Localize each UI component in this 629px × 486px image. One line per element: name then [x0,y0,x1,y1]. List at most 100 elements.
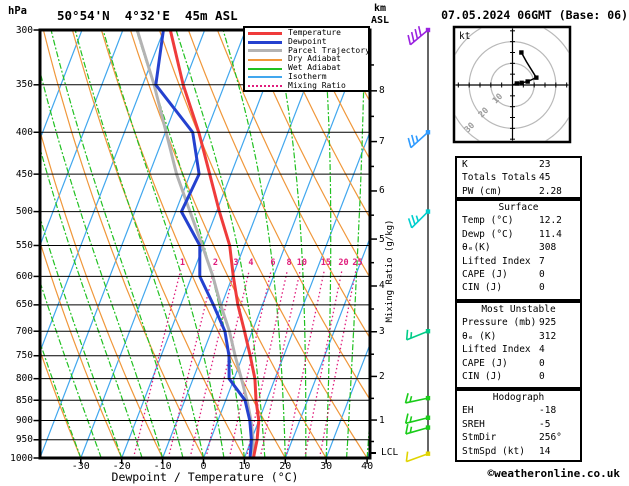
wind-barb-stem [405,416,429,425]
stat-value: 14 [539,445,551,457]
isotherm-line [284,236,370,458]
km-tick-label: 3 [379,326,385,338]
stat-row: StmDir 256° [457,431,580,444]
stat-row: CIN (J) 0 [457,370,580,383]
stat-value: 0 [539,357,545,369]
stat-value: 2.28 [539,185,562,197]
pressure-tick-label: 1000 [10,452,33,464]
stat-label: PW (cm) [462,185,503,197]
legend-line-swatch [248,40,282,44]
wind-barb-dot [425,395,431,401]
wet-adiabat-line [273,30,307,458]
stat-row: Totals Totals 45 [457,171,580,184]
altitude-unit-label-km: km [374,3,387,14]
km-tick-label: 6 [379,185,385,197]
stat-value: 0 [539,371,545,383]
pressure-tick-label: 400 [15,126,33,138]
wind-barb-full-tick [407,137,412,148]
wind-barb-icon [405,451,431,463]
wind-barb-stem [405,426,429,435]
pressure-tick-label: 950 [15,434,33,446]
temp-tick-label: 40 [361,461,374,472]
stat-label: Lifted Index [462,255,531,267]
stat-value: 12.2 [539,215,562,227]
altitude-unit-label-asl: ASL [371,15,390,26]
wind-barb-stem [405,397,429,404]
stat-row: Lifted Index 4 [457,343,580,356]
hodograph-unit-label: kt [459,31,471,42]
wind-barb-stem [406,452,429,463]
wind-barb-full-tick [404,413,409,424]
wind-barb-half-tick [410,332,413,339]
wind-barb-dot [425,130,431,135]
wind-barb-dot [425,415,431,420]
stat-label: StmDir [462,432,497,444]
pressure-tick-label: 500 [15,206,33,218]
wind-barb-half-tick [409,426,413,433]
wind-barb-full-tick [414,28,419,40]
hodograph-trace [512,52,538,86]
stat-value: -5 [539,418,551,430]
dry-adiabat-line [216,30,370,340]
hodograph-stats-box: Hodograph EH -18 SREH -5 StmDir 256° StmSpd (kt… [455,389,582,462]
legend: Temperature Dewpoint Parcel Trajectory Dry … [243,26,370,92]
stability-indices-box: K 23 Totals Totals 45 PW (cm) 2.28 [455,156,582,199]
stat-row: CAPE (J) 0 [457,357,580,370]
stat-value: 312 [539,330,557,342]
temp-tick-label: -20 [112,461,131,472]
stat-value: 925 [539,317,557,329]
stat-row: CIN (J) 0 [457,281,580,294]
credit-watermark: ©weatheronline.co.uk [487,467,620,480]
stat-row: Temp (°C) 12.2 [457,214,580,227]
temp-tick-label: 30 [320,461,333,472]
stat-label: K [462,159,468,170]
km-tick-label: 8 [379,85,385,97]
lcl-label: LCL [381,447,399,458]
hodograph-marker [534,75,539,80]
wind-barb-icon [407,25,431,46]
mixing-ratio-value-label: 2 [212,258,219,268]
pressure-tick-label: 800 [15,373,33,385]
legend-item-label: Mixing Ratio [288,80,346,90]
wet-adiabat-line [346,30,365,458]
temp-tick-label: 0 [200,461,207,472]
stat-label: StmSpd (kt) [462,445,525,457]
pressure-tick-label: 550 [15,239,33,251]
stat-row: CAPE (J) 0 [457,268,580,281]
stat-label: CIN (J) [462,282,503,294]
stat-label: CIN (J) [462,371,503,383]
wind-barb-dot [425,329,431,334]
mixing-ratio-value-label: 10 [296,258,307,268]
km-tick-label: 5 [379,233,385,245]
pressure-tick-label: 900 [15,415,33,427]
temp-tick-label: 10 [238,461,251,472]
stat-row: StmSpd (kt) 14 [457,445,580,458]
most-unstable-box: Most Unstable Pressure (mb) 925 θₑ (K) 312 Li… [455,301,582,389]
stat-row: θₑ(K) 308 [457,241,580,254]
stat-value: 0 [539,269,545,281]
stat-value: 308 [539,242,557,254]
pressure-tick-label: 300 [15,24,33,36]
wind-barb-full-tick [405,423,409,435]
skewt-sounding-page: hPa 50°54'N 4°32'E 45m ASL km ASL 07.05.… [0,0,629,486]
wet-adiabat-line [40,69,164,458]
stat-label: CAPE (J) [462,269,508,281]
pressure-unit-label: hPa [8,5,27,17]
station-title: 50°54'N 4°32'E 45m ASL [57,8,238,23]
mixing-ratio-line [318,270,357,458]
hodograph-marker [514,81,520,86]
wind-barb-icon [405,423,431,435]
pressure-tick-label: 650 [15,299,33,311]
stat-row: Lifted Index 7 [457,255,580,268]
stat-label: Temp (°C) [462,215,514,227]
stat-row: SREH -5 [457,418,580,431]
pressure-tick-label: 350 [15,79,33,91]
pressure-tick-label: 450 [15,168,33,180]
mixing-ratio-axis-title: Mixing Ratio (g/kg) [385,219,395,323]
hodograph-marker [525,79,530,84]
stat-value: 11.4 [539,228,562,240]
wind-barb-stem [406,330,429,341]
pressure-tick-label: 850 [15,394,33,406]
box-title: Surface [498,202,539,213]
mixing-ratio-value-label: 25 [352,258,363,268]
